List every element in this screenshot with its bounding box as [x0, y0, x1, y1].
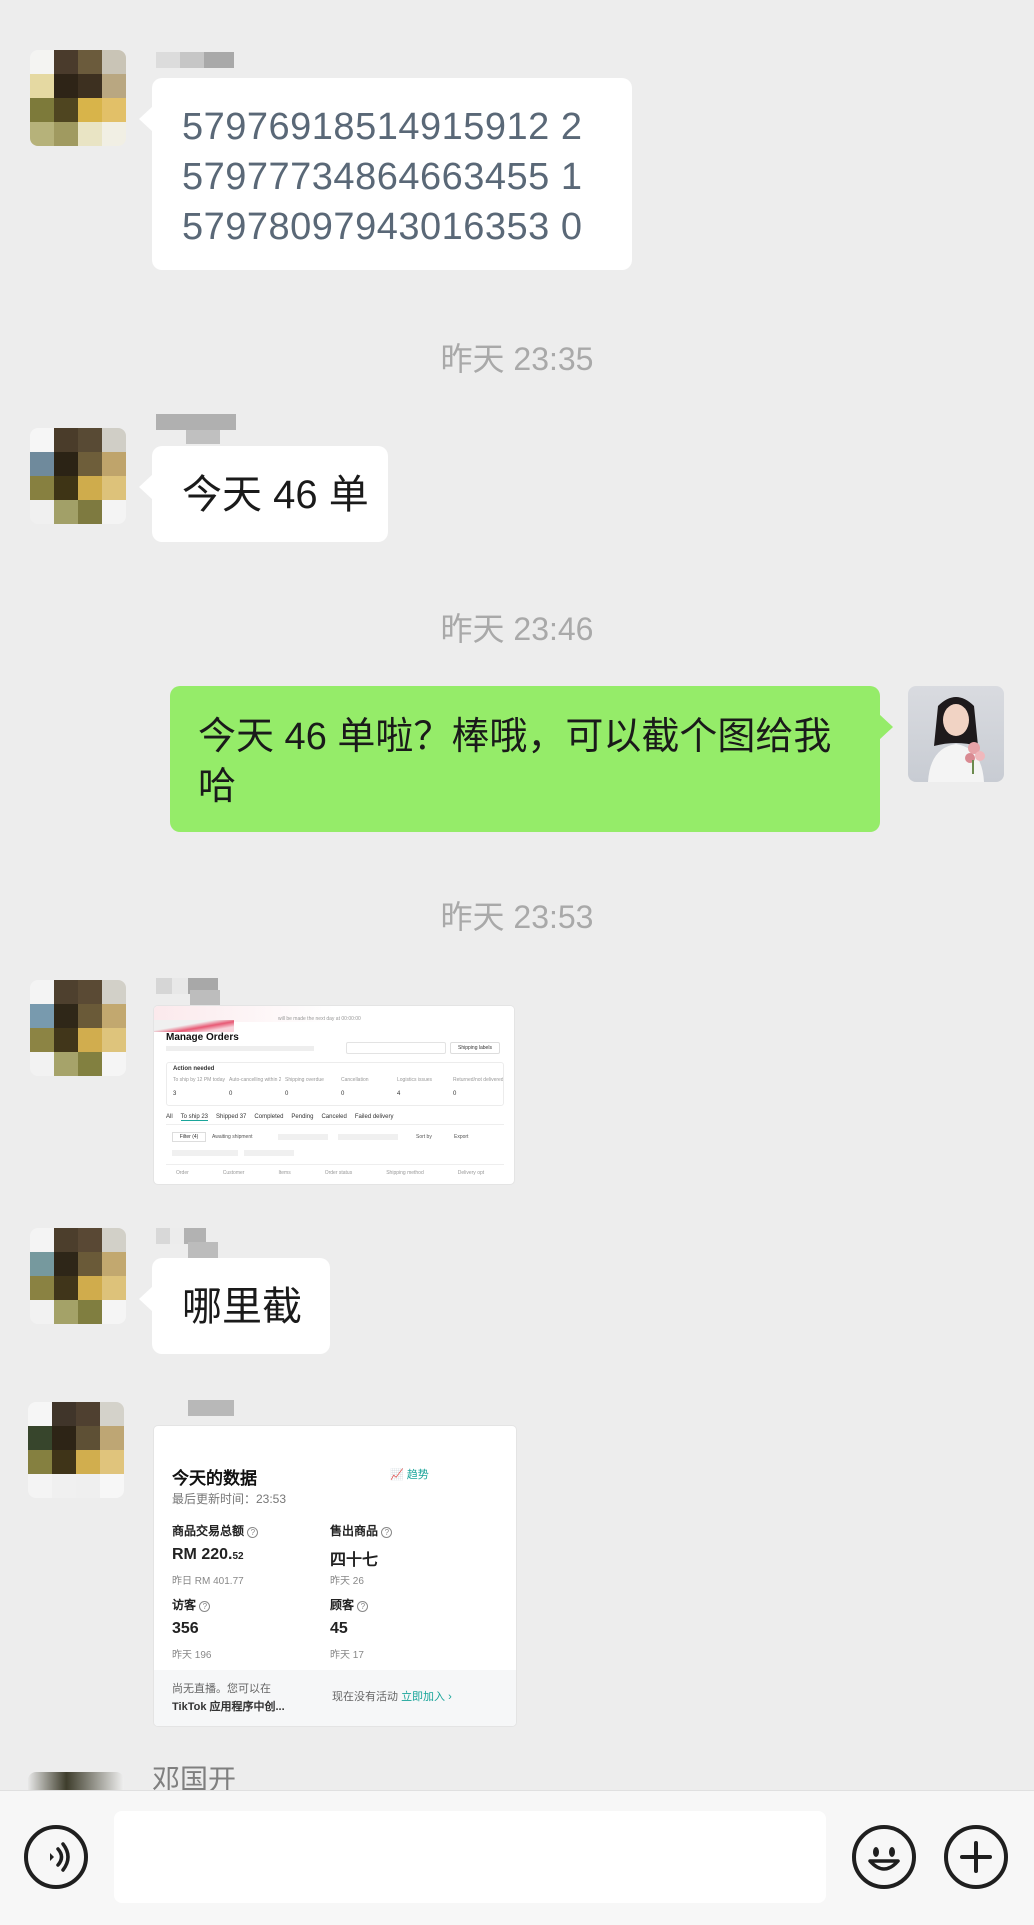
contact-avatar[interactable]	[28, 1772, 124, 1790]
tab-to-ship[interactable]: To ship 23	[180, 1114, 209, 1121]
plus-icon	[960, 1841, 992, 1873]
gmv-previous: 昨日 RM 401.77	[172, 1576, 244, 1587]
contact-avatar[interactable]	[30, 50, 126, 146]
gmv-label: 商品交易总额 ?	[172, 1522, 259, 1539]
contact-avatar[interactable]	[30, 980, 126, 1076]
items-sold-value: 四十七	[330, 1552, 379, 1569]
message-today-orders[interactable]: 今天 46 单	[139, 446, 388, 542]
message-order-numbers[interactable]: 57976918514915912 2 57977734864663455 1 …	[139, 78, 632, 270]
items-sold-label: 售出商品 ?	[330, 1522, 393, 1539]
live-banner: 尚无直播。您可以在 TikTok 应用程序中创... 现在没有活动 立即加入 ›	[154, 1670, 516, 1726]
timestamp: 昨天 23:35	[440, 341, 594, 377]
visitors-value: 356	[172, 1620, 199, 1637]
trend-link[interactable]: 📈 趋势	[390, 1466, 429, 1482]
plus-button[interactable]	[944, 1825, 1008, 1889]
tab-completed[interactable]: Completed	[254, 1114, 283, 1121]
tab-shipped[interactable]: Shipped 37	[216, 1114, 246, 1121]
info-icon[interactable]: ?	[199, 1601, 211, 1612]
order-number: 57976918514915912 2	[182, 106, 583, 148]
activity-status: 现在没有活动 立即加入 ›	[332, 1691, 452, 1703]
action-needed-label: Action needed	[173, 1066, 215, 1072]
tab-pending[interactable]: Pending	[291, 1114, 313, 1121]
message-where-capture[interactable]: 哪里截	[139, 1258, 330, 1354]
info-icon[interactable]: ?	[247, 1527, 259, 1538]
table-header: Order Customer Items Order status Shippi…	[176, 1170, 485, 1176]
self-avatar[interactable]	[908, 686, 1004, 782]
contact-avatar[interactable]	[30, 428, 126, 524]
info-icon[interactable]: ?	[357, 1601, 369, 1612]
message-text: 今天 46 单啦？棒哦，可以截个图给我	[198, 716, 832, 758]
stats-title: 今天的数据	[172, 1469, 257, 1488]
manage-orders-title: Manage Orders	[166, 1032, 239, 1043]
sender-name-blurred	[156, 52, 234, 68]
gmv-value: RM 220.52	[172, 1546, 244, 1563]
tab-all[interactable]: All	[166, 1114, 173, 1121]
visitors-label: 访客 ?	[172, 1596, 211, 1613]
sort-button[interactable]: Sort by	[416, 1134, 432, 1140]
status-select[interactable]: Awaiting shipment	[212, 1134, 253, 1140]
visitors-previous: 昨天 196	[172, 1650, 212, 1661]
contact-avatar[interactable]	[30, 1228, 126, 1324]
voice-icon	[50, 1842, 70, 1872]
customers-value: 45	[330, 1620, 348, 1637]
items-sold-previous: 昨天 26	[330, 1576, 364, 1587]
order-tabs[interactable]: All To ship 23 Shipped 37 Completed Pend…	[166, 1114, 394, 1121]
trend-icon: 📈	[390, 1469, 404, 1481]
join-now-link[interactable]: 立即加入 ›	[401, 1691, 452, 1703]
order-number: 57977734864663455 1	[182, 156, 583, 198]
timestamp: 昨天 23:46	[440, 611, 594, 647]
banner-text: will be made the next day at 00:00:00	[278, 1016, 361, 1022]
sender-name-blurred	[188, 1400, 234, 1416]
tab-canceled[interactable]: Canceled	[321, 1114, 346, 1121]
order-search-input[interactable]	[346, 1042, 446, 1054]
customers-previous: 昨天 17	[330, 1650, 364, 1661]
message-text: 哈	[198, 766, 237, 808]
customers-label: 顾客 ?	[330, 1596, 369, 1613]
export-button[interactable]: Export	[454, 1134, 468, 1140]
emoji-button[interactable]	[852, 1825, 916, 1889]
shipping-labels-button[interactable]: Shipping labels	[450, 1042, 500, 1054]
sender-name-blurred	[156, 414, 236, 430]
message-self-request[interactable]: 今天 46 单啦？棒哦，可以截个图给我 哈	[170, 686, 893, 832]
voice-button[interactable]	[24, 1825, 88, 1889]
order-number: 57978097943016353 0	[182, 206, 583, 248]
last-updated: 最后更新时间：23:53	[172, 1492, 287, 1506]
stats-screenshot-image[interactable]: 今天的数据 📈 趋势 最后更新时间：23:53 商品交易总额 ? RM 220.…	[154, 1426, 516, 1726]
message-text: 哪里截	[182, 1285, 302, 1329]
timestamp: 昨天 23:53	[440, 899, 594, 935]
filter-button[interactable]: Filter (4)	[172, 1132, 206, 1142]
message-input[interactable]	[114, 1811, 826, 1903]
contact-avatar[interactable]	[28, 1402, 124, 1498]
input-bar	[0, 1790, 1034, 1925]
emoji-icon	[868, 1847, 900, 1871]
orders-screenshot-image[interactable]: will be made the next day at 00:00:00 Ma…	[154, 1006, 514, 1184]
info-icon[interactable]: ?	[381, 1527, 393, 1538]
message-text: 今天 46 单	[182, 473, 369, 517]
tab-failed-delivery[interactable]: Failed delivery	[355, 1114, 394, 1121]
